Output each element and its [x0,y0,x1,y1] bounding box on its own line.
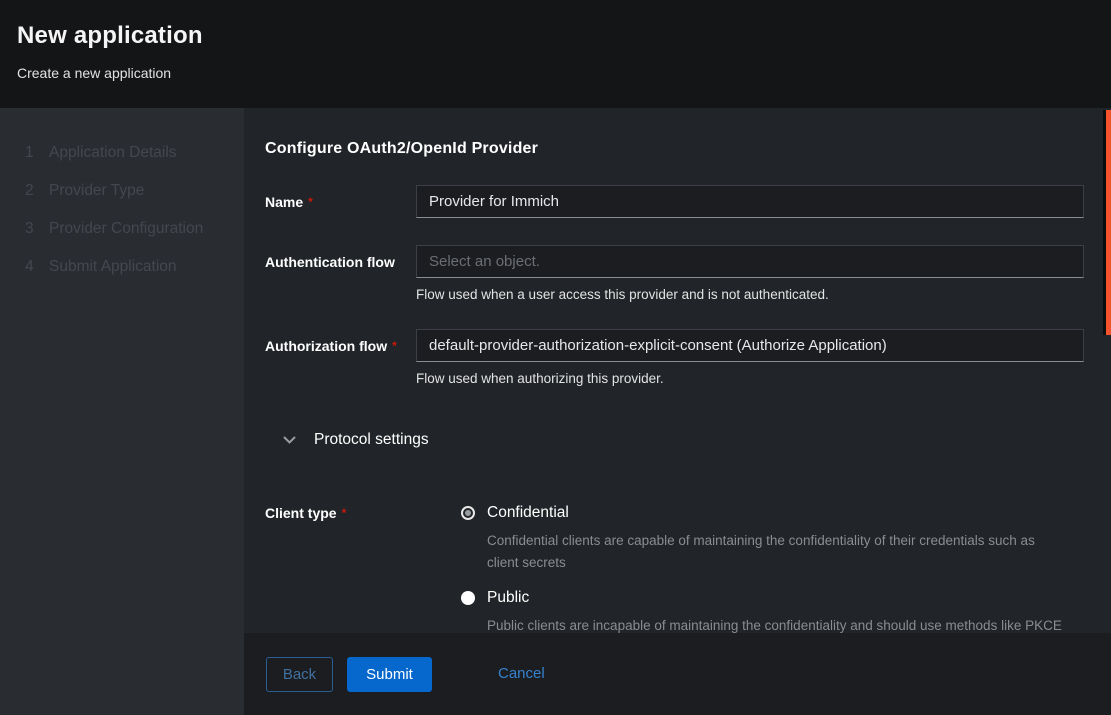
client-type-radio-group: Confidential Confidential clients are ca… [461,504,1084,633]
radio-public[interactable]: Public [461,589,1084,607]
required-asterisk: * [392,339,397,353]
authentication-flow-row: Authentication flow Flow used when a use… [265,245,1084,302]
radio-unselected-icon [461,591,475,605]
name-field-row: Name* [265,185,1084,218]
protocol-settings-toggle[interactable]: Protocol settings [283,431,1084,449]
provider-form: Configure OAuth2/OpenId Provider Name* A… [244,108,1111,633]
chevron-down-icon [283,436,296,445]
required-asterisk: * [342,506,347,520]
authentication-flow-label: Authentication flow [265,245,416,302]
step-provider-type[interactable]: 2 Provider Type [0,172,244,210]
step-label: Application Details [49,144,177,162]
step-application-details[interactable]: 1 Application Details [0,134,244,172]
authentication-flow-select[interactable] [416,245,1084,278]
wizard-footer: Back Submit Cancel [244,633,1111,715]
name-label: Name* [265,185,416,218]
wizard-steps-nav: 1 Application Details 2 Provider Type 3 … [0,108,244,715]
cancel-link[interactable]: Cancel [498,657,545,682]
step-provider-configuration[interactable]: 3 Provider Configuration [0,210,244,248]
protocol-settings-title: Protocol settings [314,431,429,449]
authorization-flow-select[interactable] [416,329,1084,362]
step-label: Provider Type [49,182,144,200]
radio-confidential-label: Confidential [487,504,569,522]
required-asterisk: * [308,195,313,209]
step-label: Provider Configuration [49,220,203,238]
back-button[interactable]: Back [266,657,333,692]
page-subtitle: Create a new application [17,65,1087,81]
form-heading: Configure OAuth2/OpenId Provider [265,140,1084,158]
client-type-label: Client type* [265,504,416,633]
scrollbar-thumb[interactable] [1106,110,1111,335]
page-title: New application [17,22,1087,50]
radio-confidential-description: Confidential clients are capable of main… [487,530,1065,574]
authorization-flow-row: Authorization flow* Flow used when autho… [265,329,1084,386]
authentication-flow-help: Flow used when a user access this provid… [416,287,1084,302]
radio-public-label: Public [487,589,529,607]
authorization-flow-help: Flow used when authorizing this provider… [416,371,1084,386]
wizard-header: New application Create a new application [0,0,1111,108]
radio-confidential[interactable]: Confidential [461,504,1084,522]
step-number: 3 [25,220,49,238]
submit-button[interactable]: Submit [347,657,432,692]
client-type-row: Client type* Confidential Confidential c… [265,504,1084,633]
step-number: 4 [25,258,49,276]
radio-public-description: Public clients are incapable of maintain… [487,615,1065,633]
new-application-wizard: New application Create a new application… [0,0,1111,715]
step-label: Submit Application [49,258,177,276]
step-number: 2 [25,182,49,200]
radio-selected-icon [461,506,475,520]
step-number: 1 [25,144,49,162]
step-submit-application[interactable]: 4 Submit Application [0,248,244,286]
authorization-flow-label: Authorization flow* [265,329,416,386]
name-input[interactable] [416,185,1084,218]
